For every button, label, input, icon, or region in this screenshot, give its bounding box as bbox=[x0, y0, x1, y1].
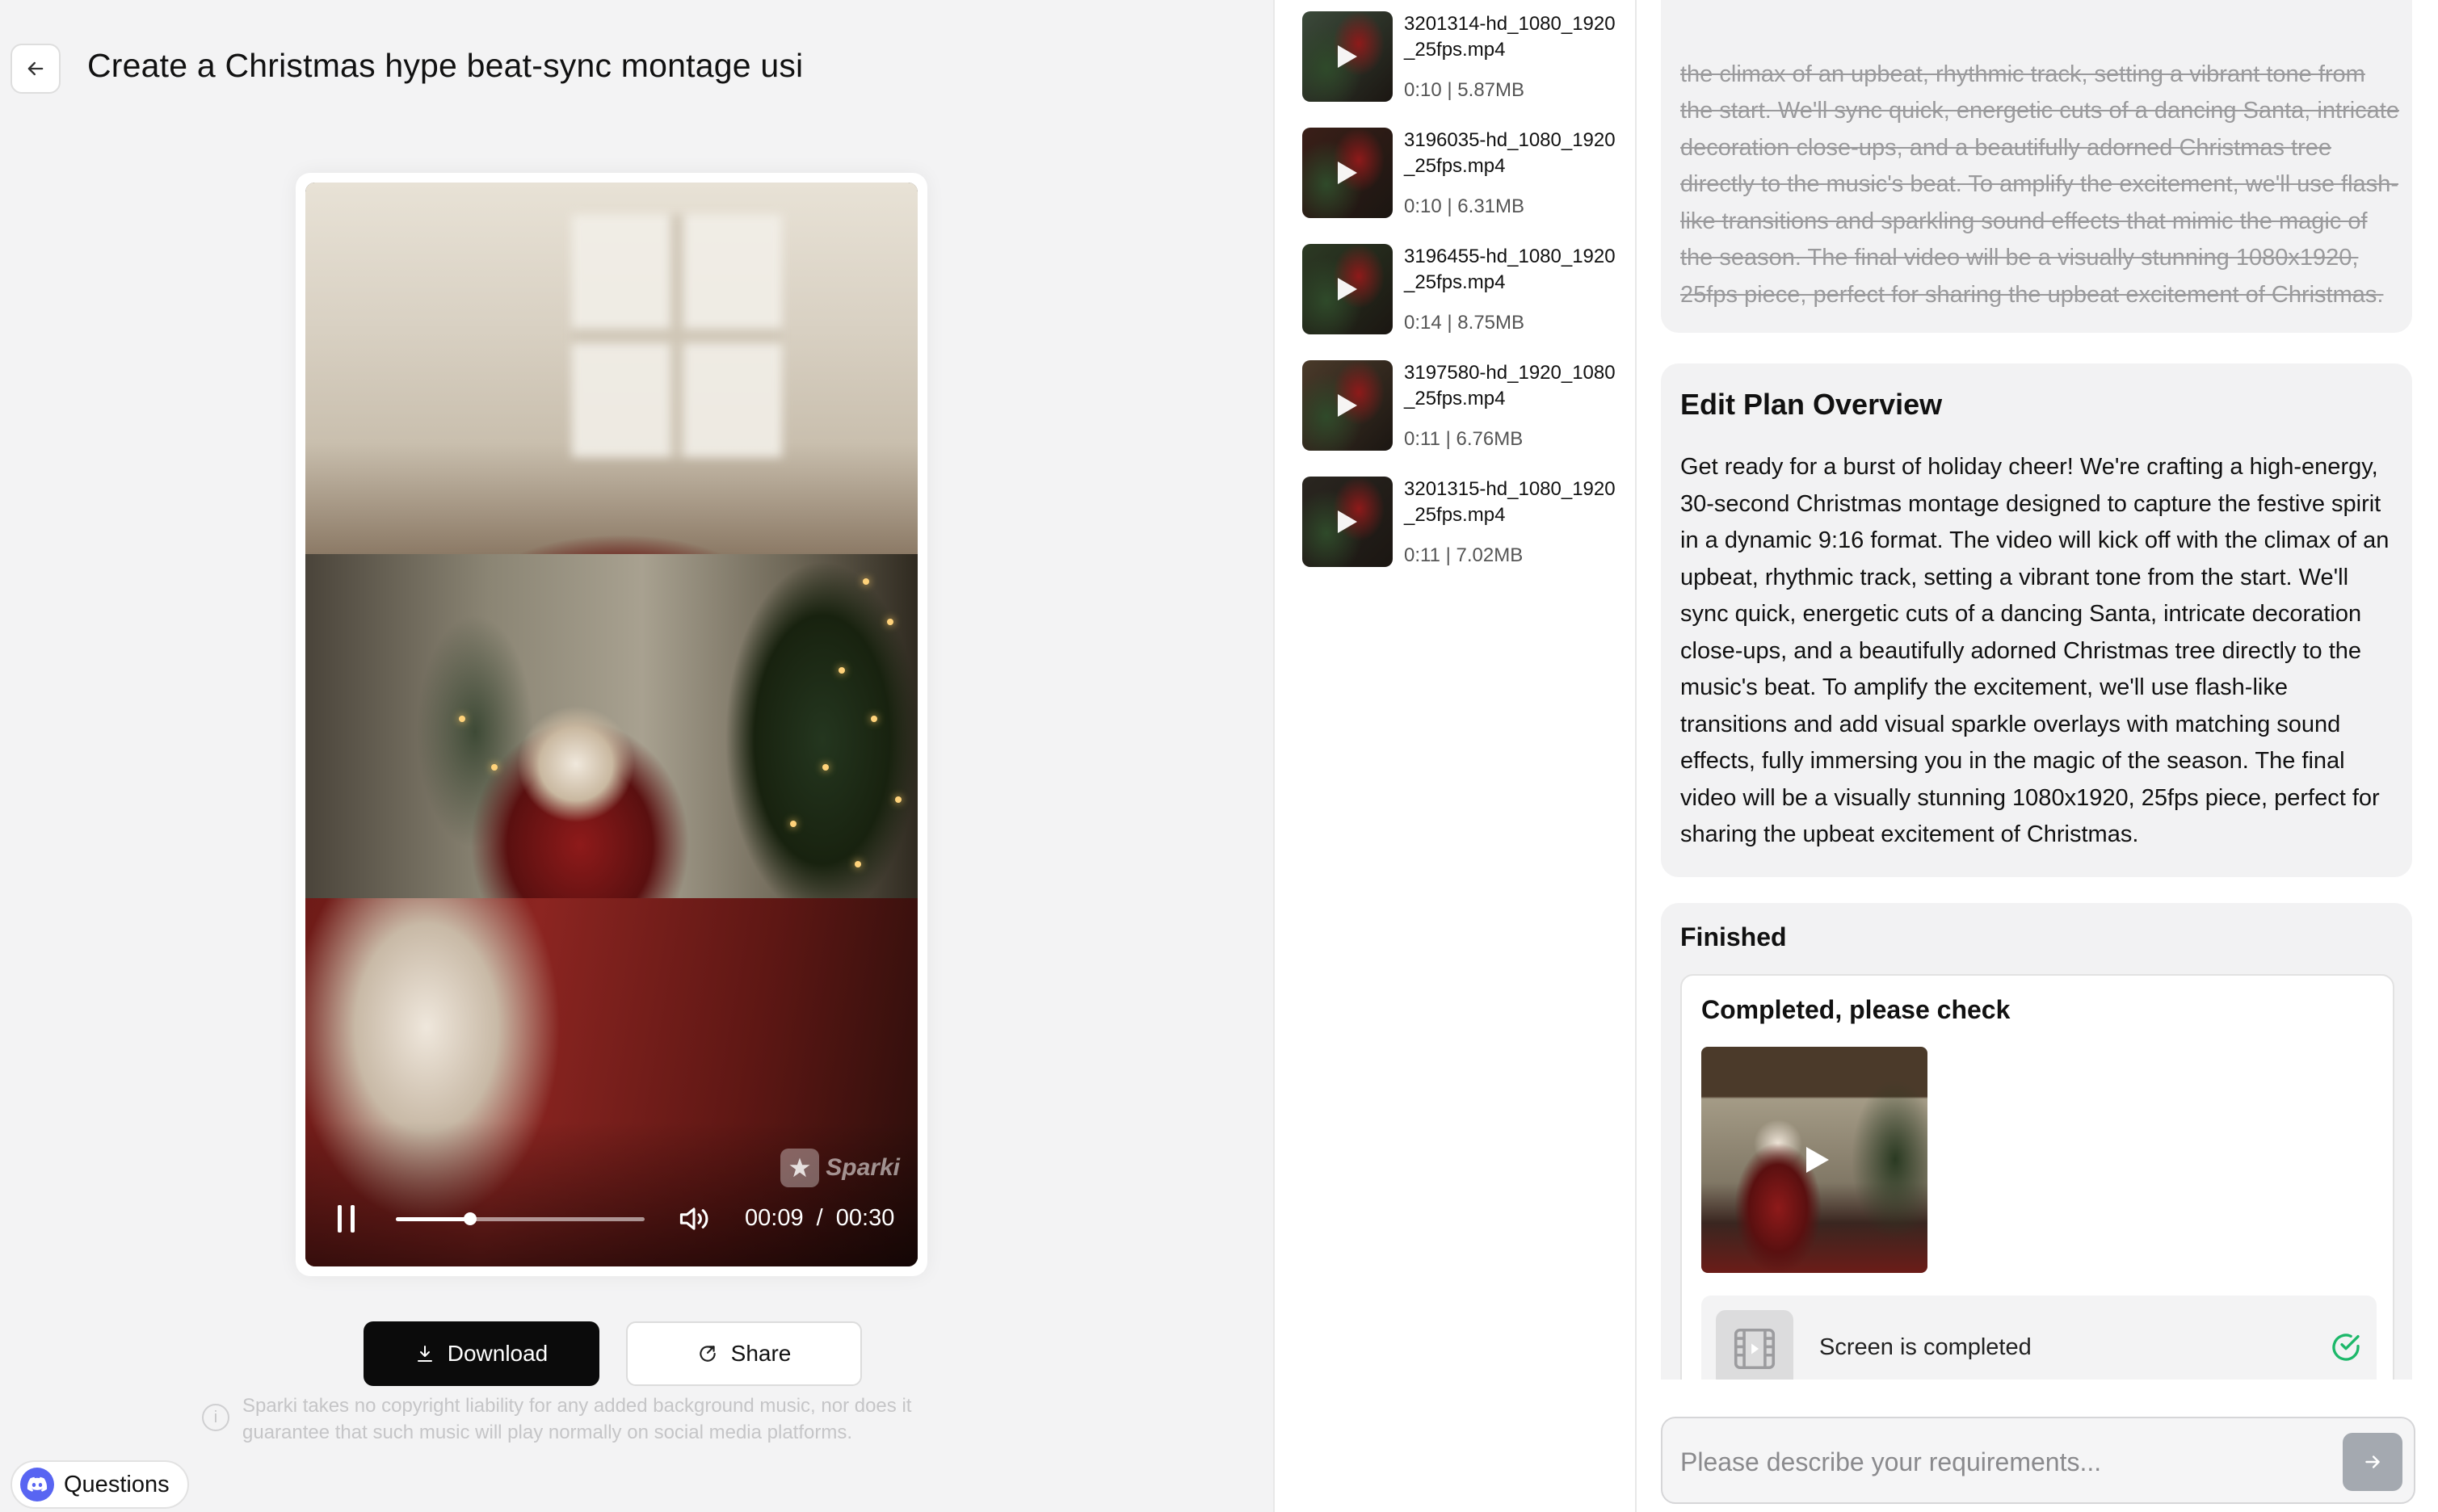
back-button[interactable] bbox=[11, 44, 61, 94]
download-button[interactable]: Download bbox=[364, 1321, 599, 1386]
file-name: 3201314-hd_1080_1920_25fps.mp4 bbox=[1404, 13, 1616, 61]
file-item[interactable]: 3196455-hd_1080_1920_25fps.mp4 0:14 | 8.… bbox=[1302, 244, 1625, 338]
volume-icon bbox=[679, 1208, 708, 1230]
time-display: 00:09 / 00:30 bbox=[745, 1205, 894, 1232]
check-circle-icon bbox=[2332, 1334, 2360, 1361]
video-frame[interactable]: Sparki 00:09 / 00:30 bbox=[305, 183, 918, 1266]
arrow-left-icon bbox=[27, 61, 44, 76]
file-name: 3201315-hd_1080_1920_25fps.mp4 bbox=[1404, 478, 1616, 526]
sparki-watermark: Sparki bbox=[780, 1149, 900, 1187]
current-time: 00:09 bbox=[745, 1205, 804, 1231]
completed-box: Completed, please check Screen is comple… bbox=[1680, 974, 2394, 1380]
play-icon bbox=[1338, 278, 1357, 300]
arrow-right-icon bbox=[2365, 1455, 2380, 1468]
play-icon bbox=[1338, 162, 1357, 184]
sparki-logo-icon bbox=[780, 1149, 820, 1187]
chat-scroll-area[interactable]: the climax of an upbeat, rhythmic track,… bbox=[1637, 0, 2438, 1380]
progress-knob[interactable] bbox=[464, 1212, 477, 1225]
status-text: Screen is completed bbox=[1819, 1334, 2032, 1360]
time-separator: / bbox=[816, 1205, 823, 1231]
previous-plan-text: the climax of an upbeat, rhythmic track,… bbox=[1680, 61, 2399, 308]
volume-button[interactable] bbox=[677, 1203, 711, 1234]
copyright-disclaimer: i Sparki takes no copyright liability fo… bbox=[202, 1392, 977, 1446]
previous-plan-card: the climax of an upbeat, rhythmic track,… bbox=[1661, 0, 2412, 333]
play-icon bbox=[1338, 45, 1357, 68]
progress-fill bbox=[396, 1217, 471, 1221]
player-controls: 00:09 / 00:30 bbox=[305, 1194, 918, 1242]
page-title: Create a Christmas hype beat-sync montag… bbox=[87, 47, 804, 84]
file-meta: 0:11 | 6.76MB bbox=[1404, 428, 1524, 450]
video-player: Sparki 00:09 / 00:30 bbox=[296, 173, 927, 1276]
result-video-thumbnail[interactable] bbox=[1701, 1047, 1927, 1273]
file-item[interactable]: 3196035-hd_1080_1920_25fps.mp4 0:10 | 6.… bbox=[1302, 128, 1625, 221]
download-label: Download bbox=[447, 1341, 549, 1366]
download-icon bbox=[417, 1346, 432, 1362]
plan-title: Edit Plan Overview bbox=[1680, 388, 1943, 421]
file-meta: 0:10 | 5.87MB bbox=[1404, 79, 1525, 101]
progress-bar[interactable] bbox=[396, 1212, 645, 1225]
file-item[interactable]: 3201314-hd_1080_1920_25fps.mp4 0:10 | 5.… bbox=[1302, 11, 1625, 105]
pause-button[interactable] bbox=[334, 1205, 359, 1233]
prompt-box bbox=[1661, 1417, 2415, 1504]
share-button[interactable]: Share bbox=[626, 1321, 862, 1386]
file-name: 3197580-hd_1920_1080_25fps.mp4 bbox=[1404, 362, 1616, 410]
file-item[interactable]: 3197580-hd_1920_1080_25fps.mp4 0:11 | 6.… bbox=[1302, 360, 1625, 454]
play-icon bbox=[1338, 510, 1357, 533]
prompt-input[interactable] bbox=[1680, 1439, 2318, 1485]
questions-button[interactable]: Questions bbox=[11, 1460, 189, 1509]
video-panel-middle bbox=[305, 554, 918, 898]
file-thumbnail bbox=[1302, 128, 1393, 218]
share-icon bbox=[699, 1346, 716, 1362]
play-icon bbox=[1338, 394, 1357, 417]
file-meta: 0:14 | 8.75MB bbox=[1404, 312, 1525, 334]
file-thumbnail bbox=[1302, 360, 1393, 451]
chat-pane: the climax of an upbeat, rhythmic track,… bbox=[1637, 0, 2438, 1512]
source-files-list: 3201314-hd_1080_1920_25fps.mp4 0:10 | 5.… bbox=[1273, 0, 1637, 1512]
info-icon: i bbox=[202, 1404, 229, 1431]
file-meta: 0:11 | 7.02MB bbox=[1404, 544, 1524, 566]
film-icon bbox=[1716, 1310, 1793, 1380]
watermark-text: Sparki bbox=[826, 1154, 900, 1181]
finished-title: Finished bbox=[1680, 922, 1787, 951]
status-row: Screen is completed bbox=[1701, 1296, 2377, 1380]
total-duration: 00:30 bbox=[835, 1205, 895, 1231]
share-label: Share bbox=[730, 1341, 792, 1366]
finished-card: Finished Completed, please check Screen … bbox=[1661, 903, 2412, 1380]
file-thumbnail bbox=[1302, 244, 1393, 334]
play-icon bbox=[1806, 1147, 1829, 1173]
plan-body: Get ready for a burst of holiday cheer! … bbox=[1680, 454, 2390, 847]
discord-icon bbox=[20, 1468, 54, 1502]
file-item[interactable]: 3201315-hd_1080_1920_25fps.mp4 0:11 | 7.… bbox=[1302, 477, 1625, 570]
disclaimer-text: Sparki takes no copyright liability for … bbox=[242, 1395, 912, 1443]
file-name: 3196455-hd_1080_1920_25fps.mp4 bbox=[1404, 246, 1616, 293]
send-button[interactable] bbox=[2343, 1433, 2402, 1491]
completed-title: Completed, please check bbox=[1701, 995, 2011, 1024]
video-panel-top bbox=[305, 183, 918, 554]
edit-plan-card: Edit Plan Overview Get ready for a burst… bbox=[1661, 363, 2412, 877]
questions-label: Questions bbox=[64, 1471, 170, 1497]
preview-pane: Create a Christmas hype beat-sync montag… bbox=[0, 0, 1273, 1512]
file-name: 3196035-hd_1080_1920_25fps.mp4 bbox=[1404, 129, 1616, 177]
file-meta: 0:10 | 6.31MB bbox=[1404, 195, 1525, 217]
file-thumbnail bbox=[1302, 11, 1393, 102]
file-thumbnail bbox=[1302, 477, 1393, 567]
